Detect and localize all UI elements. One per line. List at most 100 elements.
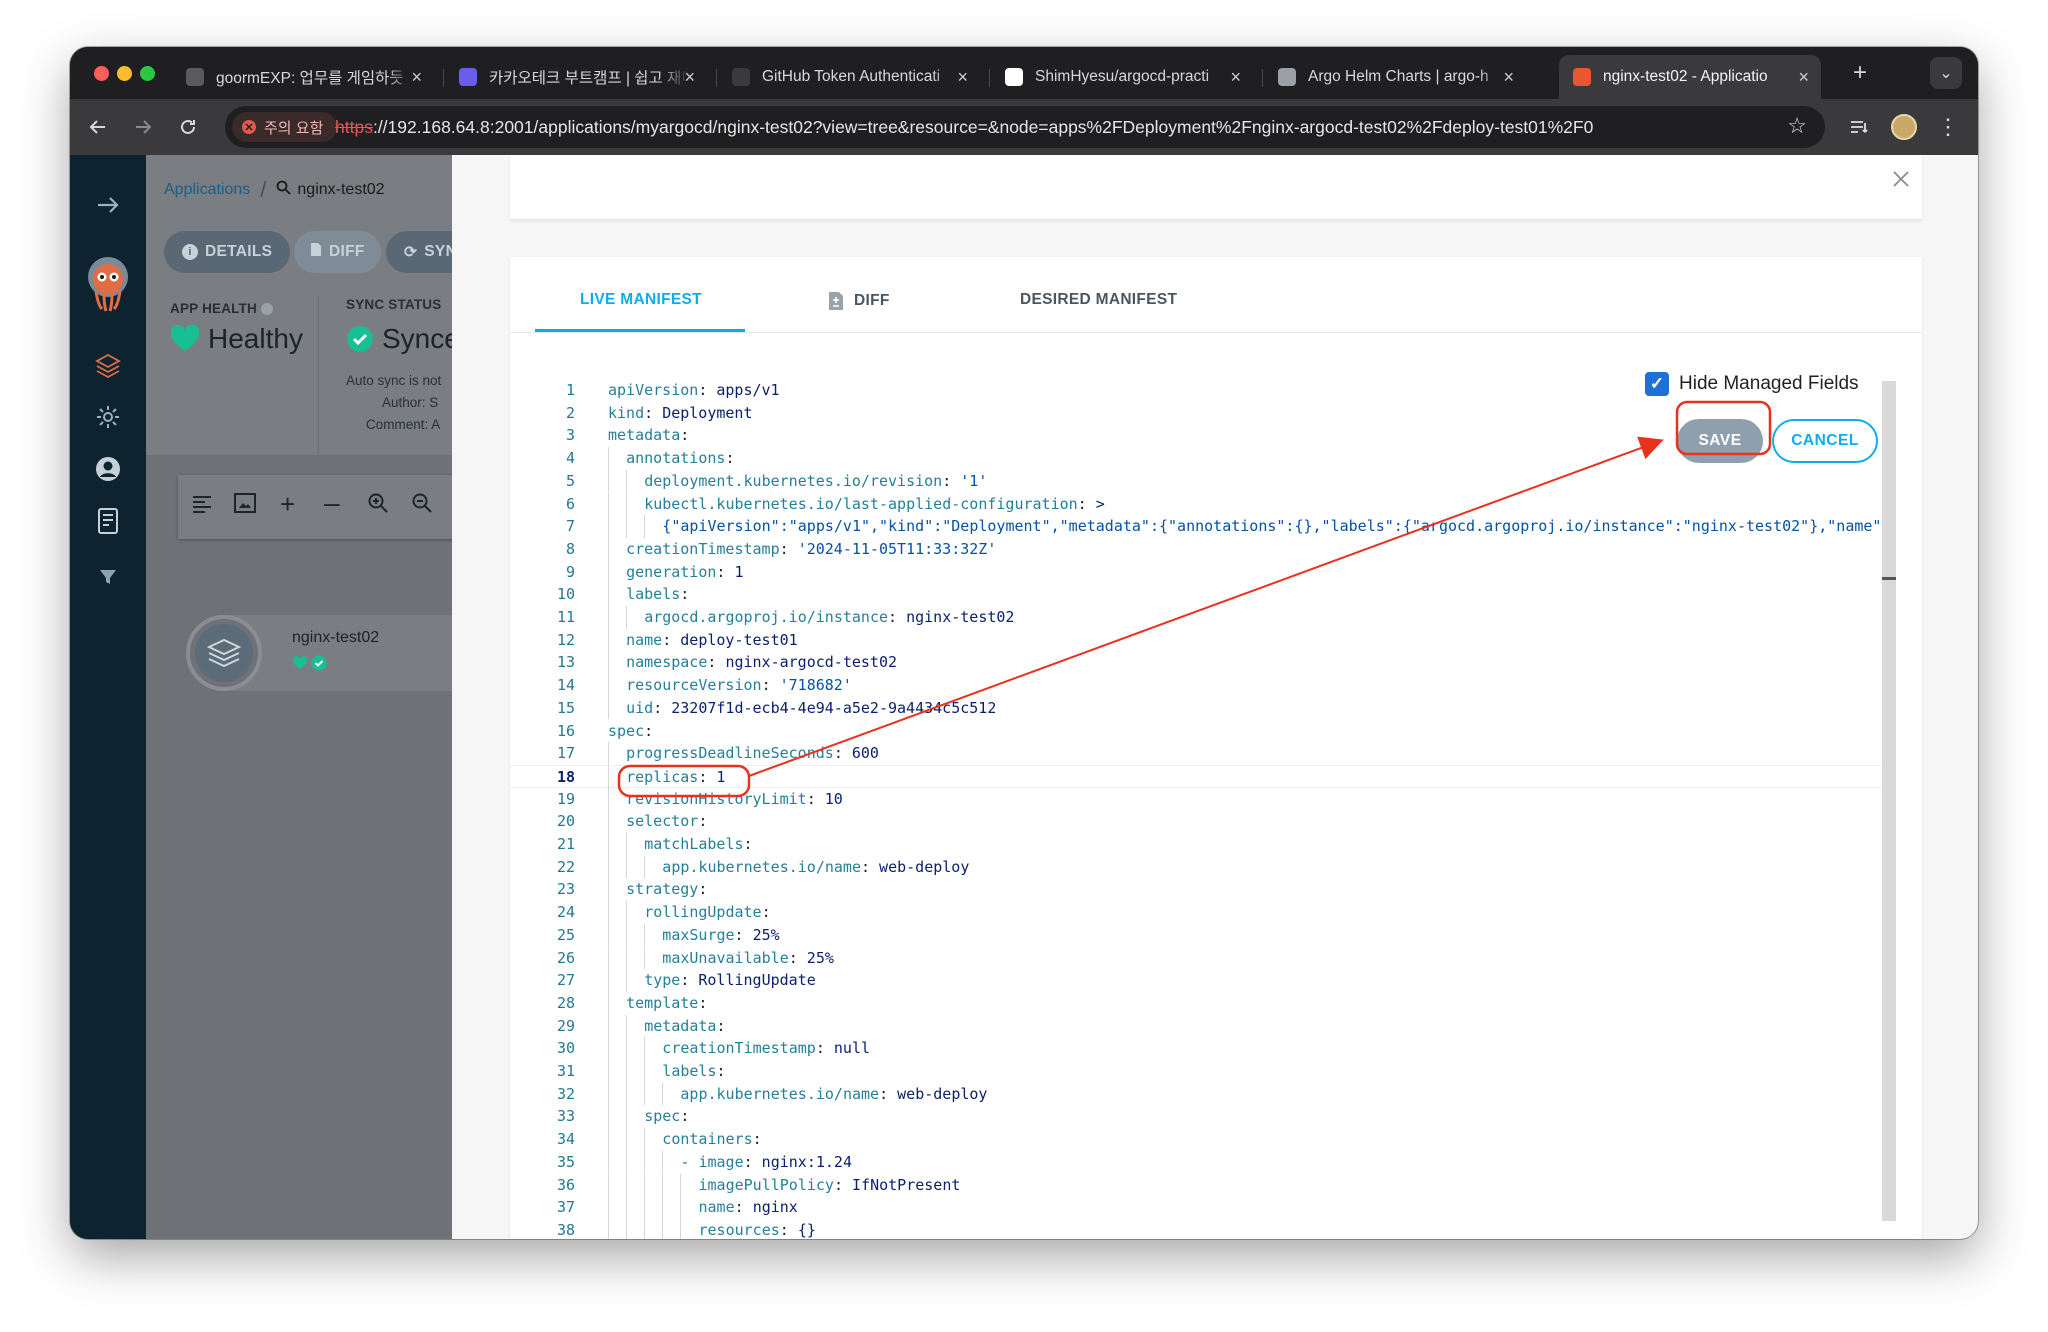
tab-diff[interactable]: DIFF bbox=[828, 291, 890, 311]
code-line[interactable]: 10 labels: bbox=[510, 583, 1882, 606]
tab-search-button[interactable]: ⌄ bbox=[1930, 57, 1962, 89]
zoom-out-minus-icon[interactable]: – bbox=[324, 487, 340, 519]
code-line[interactable]: 29 metadata: bbox=[510, 1014, 1882, 1038]
code-line[interactable]: 15 uid: 23207f1d-ecb4-4e94-a5e2-9a4434c5c… bbox=[510, 696, 1882, 720]
editor-scrollbar[interactable] bbox=[1882, 381, 1896, 1221]
tab-live-manifest[interactable]: LIVE MANIFEST bbox=[580, 291, 702, 309]
app-tree-node[interactable]: nginx-test02 bbox=[186, 615, 476, 691]
code-line[interactable]: 11 argocd.argoproj.io/instance: nginx-tes… bbox=[510, 606, 1882, 629]
forward-button[interactable] bbox=[127, 111, 159, 143]
indent-guide bbox=[644, 1037, 646, 1060]
code-line[interactable]: 20 selector: bbox=[510, 810, 1882, 833]
indent-guide bbox=[608, 1173, 609, 1197]
code-line[interactable]: 26 maxUnavailable: 25% bbox=[510, 946, 1882, 970]
minimize-window-button[interactable] bbox=[117, 66, 132, 81]
save-button[interactable]: SAVE bbox=[1677, 419, 1763, 463]
code-text: containers: bbox=[662, 1130, 762, 1149]
code-line[interactable]: 6 kubectl.kubernetes.io/last-applied-conf… bbox=[510, 492, 1882, 516]
code-line[interactable]: 36 imagePullPolicy: IfNotPresent bbox=[510, 1173, 1882, 1197]
code-line[interactable]: 27 type: RollingUpdate bbox=[510, 969, 1882, 992]
expand-sidebar-icon[interactable] bbox=[88, 185, 128, 225]
security-warning-chip[interactable]: ✕ 주의 요함 bbox=[232, 112, 338, 142]
code-line[interactable]: 35 - image: nginx:1.24 bbox=[510, 1150, 1882, 1174]
close-tab-icon[interactable]: × bbox=[1230, 67, 1241, 88]
browser-tab[interactable]: nginx-test02 - Applicatio × bbox=[1559, 55, 1821, 99]
code-line[interactable]: 5 deployment.kubernetes.io/revision: '1' bbox=[510, 469, 1882, 493]
comment-row: Comment: A bbox=[366, 417, 441, 432]
documentation-icon[interactable] bbox=[88, 501, 128, 541]
browser-tab[interactable]: 카카오테크 부트캠프 | 쉽고 재미 × bbox=[445, 55, 707, 99]
indent-guide bbox=[680, 1218, 682, 1239]
code-line[interactable]: 12 name: deploy-test01 bbox=[510, 628, 1882, 652]
code-line[interactable]: 37 name: nginx bbox=[510, 1196, 1882, 1219]
code-line[interactable]: 25 maxSurge: 25% bbox=[510, 923, 1882, 947]
code-line[interactable]: 16 spec: bbox=[510, 720, 1882, 743]
close-tab-icon[interactable]: × bbox=[684, 67, 695, 88]
argocd-sidebar bbox=[70, 155, 146, 1239]
yaml-editor[interactable]: 1 apiVersion: apps/v1 2 kind: Deployment 3 me… bbox=[510, 379, 1882, 1239]
filter-icon[interactable] bbox=[88, 557, 128, 597]
user-info-icon[interactable] bbox=[88, 449, 128, 489]
code-line[interactable]: 23 strategy: bbox=[510, 878, 1882, 902]
zoom-in-icon[interactable] bbox=[368, 493, 388, 519]
details-button[interactable]: i DETAILS bbox=[164, 231, 291, 273]
browser-tab[interactable]: Argo Helm Charts | argo-h × bbox=[1264, 55, 1526, 99]
code-line[interactable]: 28 template: bbox=[510, 991, 1882, 1015]
code-line[interactable]: 34 containers: bbox=[510, 1128, 1882, 1151]
code-line[interactable]: 7 {"apiVersion":"apps/v1","kind":"Deploym… bbox=[510, 515, 1882, 538]
address-bar[interactable]: ✕ 주의 요함 https://192.168.64.8:2001/applic… bbox=[225, 106, 1825, 148]
cancel-button[interactable]: CANCEL bbox=[1772, 419, 1878, 463]
close-tab-icon[interactable]: × bbox=[1798, 67, 1809, 88]
code-line[interactable]: 18 replicas: 1 bbox=[510, 764, 1882, 789]
argo-logo-icon[interactable] bbox=[82, 255, 134, 315]
reload-icon bbox=[181, 119, 195, 134]
close-tab-icon[interactable]: × bbox=[411, 67, 422, 88]
code-line[interactable]: 14 resourceVersion: '718682' bbox=[510, 674, 1882, 697]
code-line[interactable]: 4 annotations: bbox=[510, 447, 1882, 470]
applications-layers-icon[interactable] bbox=[88, 345, 128, 385]
breadcrumb-applications-link[interactable]: Applications bbox=[164, 181, 250, 199]
reading-list-icon[interactable] bbox=[1844, 111, 1876, 143]
back-button[interactable] bbox=[82, 111, 114, 143]
code-line[interactable]: 13 namespace: nginx-argocd-test02 bbox=[510, 651, 1882, 675]
details-label: DETAILS bbox=[205, 243, 273, 260]
code-line[interactable]: 9 generation: 1 bbox=[510, 560, 1882, 584]
tab-desired-manifest[interactable]: DESIRED MANIFEST bbox=[1020, 291, 1177, 309]
zoom-out-icon[interactable] bbox=[412, 493, 432, 519]
align-left-icon[interactable] bbox=[192, 493, 212, 519]
bookmark-star-icon[interactable]: ☆ bbox=[1787, 113, 1807, 139]
close-tab-icon[interactable]: × bbox=[1503, 67, 1514, 88]
code-line[interactable]: 33 spec: bbox=[510, 1105, 1882, 1129]
code-line[interactable]: 31 labels: bbox=[510, 1060, 1882, 1083]
indent-guide bbox=[626, 1218, 628, 1239]
zoom-in-plus-icon[interactable]: + bbox=[280, 489, 295, 520]
code-line[interactable]: 32 app.kubernetes.io/name: web-deploy bbox=[510, 1082, 1882, 1106]
profile-avatar[interactable] bbox=[1888, 111, 1920, 143]
fit-view-icon[interactable] bbox=[234, 493, 256, 519]
settings-gear-icon[interactable] bbox=[88, 397, 128, 437]
browser-menu-icon[interactable]: ⋮ bbox=[1932, 111, 1964, 143]
code-line[interactable]: 8 creationTimestamp: '2024-11-05T11:33:32… bbox=[510, 537, 1882, 561]
close-tab-icon[interactable]: × bbox=[957, 67, 968, 88]
tab-title: nginx-test02 - Applicatio bbox=[1603, 68, 1768, 85]
code-line[interactable]: 21 matchLabels: bbox=[510, 833, 1882, 856]
code-line[interactable]: 38 resources: {} bbox=[510, 1218, 1882, 1239]
code-line[interactable]: 2 kind: Deployment bbox=[510, 402, 1882, 425]
url-text[interactable]: https://192.168.64.8:2001/applications/m… bbox=[335, 117, 1593, 138]
code-line[interactable]: 30 creationTimestamp: null bbox=[510, 1037, 1882, 1060]
zoom-window-button[interactable] bbox=[140, 66, 155, 81]
code-line[interactable]: 22 app.kubernetes.io/name: web-deploy bbox=[510, 855, 1882, 879]
close-window-button[interactable] bbox=[94, 66, 109, 81]
browser-tab[interactable]: GitHub Token Authenticati × bbox=[718, 55, 980, 99]
code-line[interactable]: 19 revisionHistoryLimit: 10 bbox=[510, 787, 1882, 811]
code-line[interactable]: 24 rollingUpdate: bbox=[510, 901, 1882, 924]
diff-button[interactable]: DIFF bbox=[294, 231, 381, 273]
close-panel-icon[interactable] bbox=[1892, 167, 1910, 195]
reload-button[interactable] bbox=[172, 111, 204, 143]
new-tab-button[interactable]: + bbox=[1844, 57, 1876, 89]
browser-tab[interactable]: ShimHyesu/argocd-practi × bbox=[991, 55, 1253, 99]
code-line[interactable]: 17 progressDeadlineSeconds: 600 bbox=[510, 742, 1882, 765]
indent-guide bbox=[608, 1014, 609, 1038]
code-line[interactable]: 1 apiVersion: apps/v1 bbox=[510, 379, 1882, 402]
browser-tab[interactable]: goormEXP: 업무를 게임하듯 × bbox=[172, 55, 434, 99]
